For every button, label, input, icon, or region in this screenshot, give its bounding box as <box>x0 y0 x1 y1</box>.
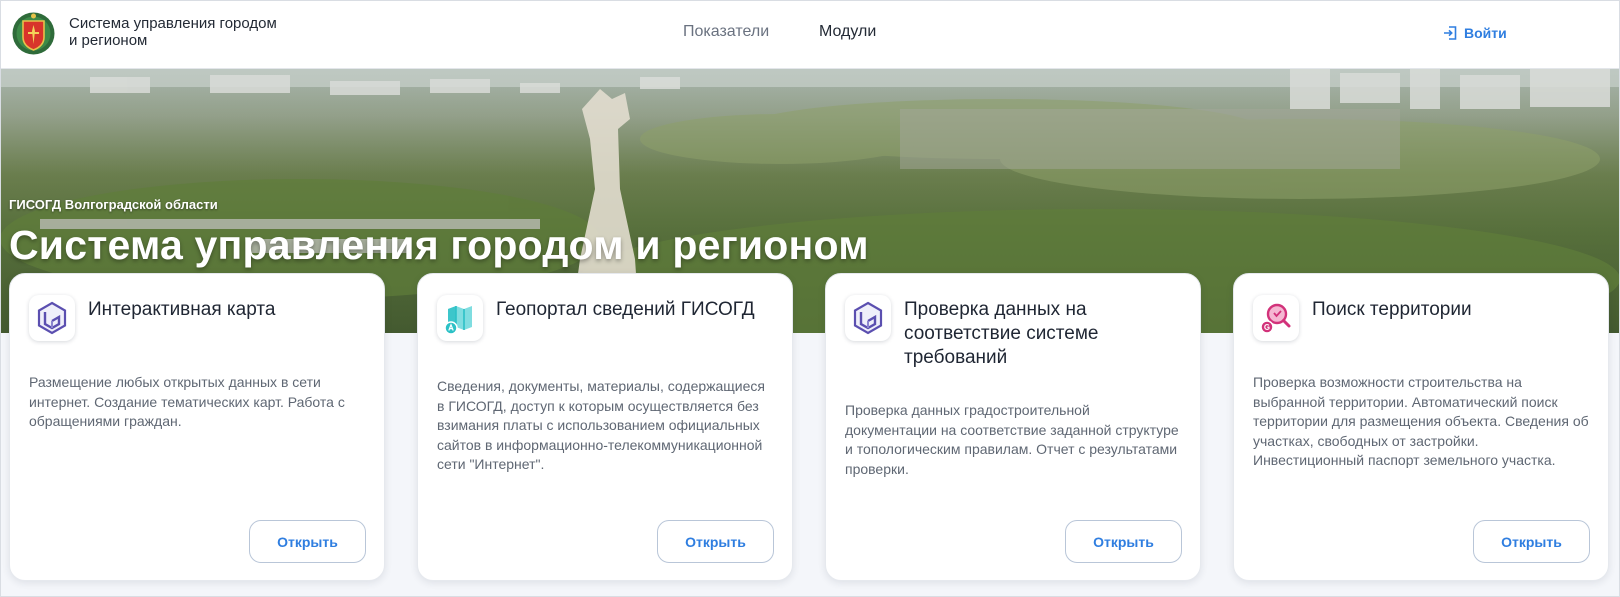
open-geoportal-button[interactable]: Открыть <box>657 520 774 563</box>
module-card-geoportal: Геопортал сведений ГИСОГД Сведения, доку… <box>417 273 793 581</box>
territory-search-icon <box>1253 295 1299 341</box>
brand-name-line1: Система управления городом <box>69 15 277 32</box>
card-title: Геопортал сведений ГИСОГД <box>496 299 755 320</box>
card-description: Сведения, документы, материалы, содержащ… <box>437 378 765 472</box>
geoportal-icon <box>437 295 483 341</box>
brand-name-line2: и регионом <box>69 32 148 49</box>
brand-name[interactable]: Система управления городом и регионом <box>69 15 329 49</box>
card-title: Поиск территории <box>1312 299 1472 320</box>
nav-indicators[interactable]: Показатели <box>683 22 769 42</box>
login-icon <box>1444 26 1457 40</box>
top-header: Система управления городом и регионом По… <box>0 0 1620 69</box>
hero-subtitle: ГИСОГД Волгоградской области <box>9 197 218 212</box>
interactive-map-icon <box>29 295 75 341</box>
nav-modules[interactable]: Модули <box>819 22 876 42</box>
card-title: Интерактивная карта <box>88 299 276 320</box>
open-territory-search-button[interactable]: Открыть <box>1473 520 1590 563</box>
module-card-data-check: Проверка данных на соответствие системе … <box>825 273 1201 581</box>
module-card-territory-search: Поиск территории Проверка возможности ст… <box>1233 273 1609 581</box>
hero-title: Система управления городом и регионом <box>9 222 869 268</box>
module-card-interactive-map: Интерактивная карта Размещение любых отк… <box>9 273 385 581</box>
card-title: Проверка данных на соответствие системе … <box>904 299 1099 368</box>
coat-of-arms-logo[interactable] <box>11 11 56 56</box>
card-description: Размещение любых открытых данных в сети … <box>29 374 345 429</box>
data-check-icon <box>845 295 891 341</box>
open-data-check-button[interactable]: Открыть <box>1065 520 1182 563</box>
card-description: Проверка данных градостроительной докуме… <box>845 402 1179 477</box>
login-button[interactable]: Войти <box>1443 23 1507 43</box>
open-interactive-map-button[interactable]: Открыть <box>249 520 366 563</box>
card-description: Проверка возможности строительства на вы… <box>1253 374 1589 468</box>
login-label: Войти <box>1464 25 1507 41</box>
